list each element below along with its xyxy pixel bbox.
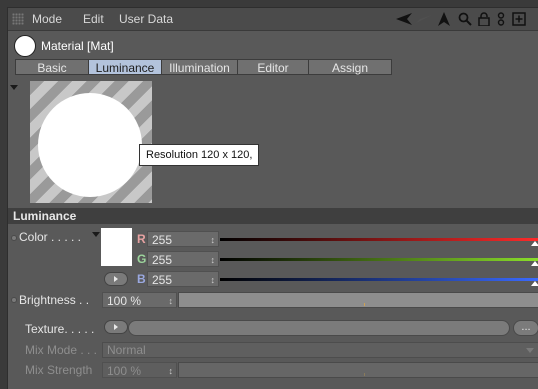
mix-strength-value: 100 %: [107, 364, 142, 378]
texture-label: Texture. . . . .: [25, 322, 95, 336]
mix-mode-value: Normal: [107, 343, 146, 357]
g-stepper-icon[interactable]: ↕: [211, 252, 216, 268]
r-slider[interactable]: [220, 238, 538, 241]
mix-strength-stepper-icon[interactable]: ↕: [169, 363, 174, 379]
color-label: Color . . . . .: [19, 230, 82, 244]
g-slider-handle[interactable]: [531, 261, 538, 266]
cursor-icon[interactable]: [436, 11, 452, 27]
b-stepper-icon[interactable]: ↕: [211, 272, 216, 288]
mix-strength-slider[interactable]: [178, 362, 538, 378]
b-value: 255: [152, 273, 173, 287]
brightness-slider-fill: [179, 293, 538, 307]
texture-field[interactable]: [128, 320, 510, 336]
forward-arrow-icon[interactable]: [416, 11, 432, 27]
search-icon[interactable]: [457, 11, 473, 27]
brightness-label: Brightness . .: [19, 293, 90, 307]
mix-mode-select[interactable]: Normal: [102, 342, 538, 358]
r-value: 255: [152, 233, 173, 247]
texture-browse-button[interactable]: ...: [513, 320, 538, 336]
preview-collapse-icon[interactable]: [10, 85, 18, 90]
menu-mode[interactable]: Mode: [32, 12, 62, 26]
color-keyframe-dot-icon[interactable]: [11, 235, 17, 241]
brightness-stepper-icon[interactable]: ↕: [169, 293, 174, 309]
brightness-input[interactable]: 100 % ↕: [102, 292, 177, 308]
r-input[interactable]: 255 ↕: [147, 231, 219, 247]
material-preview[interactable]: [30, 81, 152, 203]
menu-edit[interactable]: Edit: [83, 12, 104, 26]
color-picker-button[interactable]: [104, 272, 128, 286]
new-panel-icon[interactable]: [511, 11, 527, 27]
tab-editor[interactable]: Editor: [237, 59, 308, 75]
back-arrow-icon[interactable]: [396, 11, 414, 27]
menu-user-data[interactable]: User Data: [119, 12, 173, 26]
lock-icon[interactable]: [477, 11, 491, 27]
preview-sphere: [38, 93, 142, 197]
chevron-down-icon: [526, 348, 534, 353]
g-label: G: [137, 252, 147, 266]
attribute-manager: Mode Edit User Data Material [Mat] Basic: [7, 7, 538, 389]
menubar: Mode Edit User Data: [8, 8, 538, 31]
material-header: Material [Mat]: [8, 31, 538, 58]
tab-luminance[interactable]: Luminance: [88, 59, 161, 75]
mix-mode-label: Mix Mode . . .: [25, 343, 98, 357]
b-slider[interactable]: [220, 278, 538, 281]
r-slider-handle[interactable]: [531, 241, 538, 246]
section-title: Luminance: [8, 208, 538, 224]
texture-menu-button[interactable]: [104, 320, 128, 334]
brightness-value: 100 %: [107, 294, 142, 308]
mix-strength-label: Mix Strength: [25, 363, 93, 377]
tab-illumination[interactable]: Illumination: [161, 59, 237, 75]
b-input[interactable]: 255 ↕: [147, 271, 219, 287]
tab-assign[interactable]: Assign: [308, 59, 392, 75]
play-arrow-icon: [114, 324, 118, 330]
brightness-slider-tick: [364, 303, 365, 306]
material-title: Material [Mat]: [41, 39, 114, 53]
g-input[interactable]: 255 ↕: [147, 251, 219, 267]
b-slider-handle[interactable]: [531, 281, 538, 286]
color-swatch[interactable]: [101, 228, 132, 266]
brightness-keyframe-dot-icon[interactable]: [11, 297, 17, 303]
mix-strength-slider-tick: [364, 373, 365, 376]
resolution-tooltip: Resolution 120 x 120,: [139, 144, 260, 166]
play-arrow-icon: [114, 276, 118, 282]
brightness-slider[interactable]: [178, 292, 538, 308]
color-dropdown-icon[interactable]: [92, 232, 100, 237]
g-value: 255: [152, 253, 173, 267]
g-slider[interactable]: [220, 258, 538, 261]
link-icon[interactable]: [495, 11, 507, 27]
material-thumbnail-icon: [14, 35, 36, 57]
tab-basic[interactable]: Basic: [15, 59, 88, 75]
mix-strength-input[interactable]: 100 % ↕: [102, 362, 177, 378]
tab-bar: Basic Luminance Illumination Editor Assi…: [15, 59, 392, 76]
b-label: B: [137, 272, 146, 286]
mix-strength-slider-fill: [179, 363, 538, 377]
panel-grip-icon[interactable]: [12, 13, 24, 25]
r-stepper-icon[interactable]: ↕: [211, 232, 216, 248]
r-label: R: [137, 232, 146, 246]
